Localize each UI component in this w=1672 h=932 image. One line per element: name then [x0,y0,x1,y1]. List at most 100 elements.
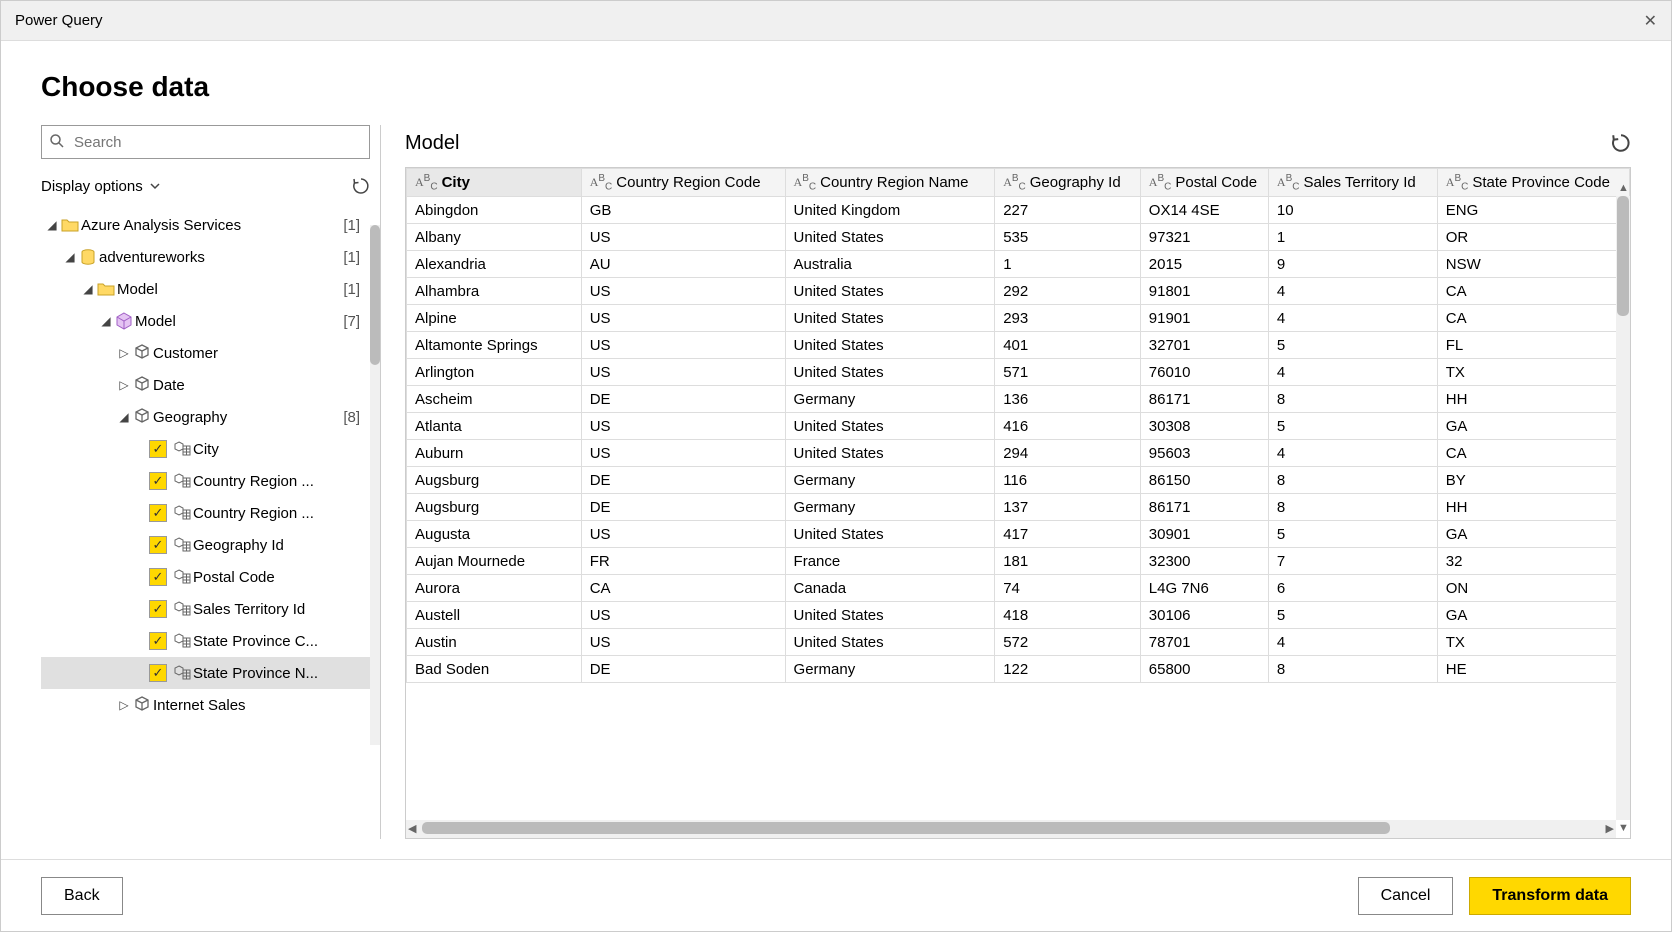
footer: Back Cancel Transform data [1,859,1671,931]
cancel-button[interactable]: Cancel [1358,877,1454,915]
table-cell: United States [785,305,995,332]
tree-item[interactable]: ▷Internet Sales [41,689,370,721]
sidebar-scrollbar-thumb[interactable] [370,225,380,365]
column-header-label: Geography Id [1030,174,1121,191]
column-header[interactable]: ABCPostal Code [1140,169,1268,197]
chevron-down-icon [149,180,161,192]
tree-item[interactable]: ◢Azure Analysis Services[1] [41,209,370,241]
expander-collapsed-icon[interactable]: ▷ [117,698,131,712]
transform-data-button[interactable]: Transform data [1469,877,1631,915]
checkbox-checked[interactable]: ✓ [149,568,167,586]
table-cell: Austin [407,629,582,656]
table-cell: United States [785,359,995,386]
table-row[interactable]: AugsburgDEGermany137861718HH [407,494,1630,521]
tree-item[interactable]: ▷Date [41,369,370,401]
scroll-right-arrow-icon[interactable]: ▶ [1606,822,1614,835]
tree-item[interactable]: ◢adventureworks[1] [41,241,370,273]
table-cell: Augusta [407,521,582,548]
table-cell: CA [1437,305,1629,332]
table-vertical-scrollbar-thumb[interactable] [1617,196,1629,316]
expander-collapsed-icon[interactable]: ▷ [117,378,131,392]
table-row[interactable]: AtlantaUSUnited States416303085GA [407,413,1630,440]
tree-item[interactable]: ◢Geography[8] [41,401,370,433]
tree-item[interactable]: ✓Geography Id [41,529,370,561]
table-row[interactable]: Altamonte SpringsUSUnited States40132701… [407,332,1630,359]
table-cell: Abingdon [407,197,582,224]
expander-expanded-icon[interactable]: ◢ [81,282,95,296]
scroll-left-arrow-icon[interactable]: ◀ [408,822,416,835]
folder-icon [59,216,81,234]
scroll-down-arrow-icon[interactable]: ▼ [1618,822,1629,834]
navigator-tree[interactable]: ◢Azure Analysis Services[1]◢adventurewor… [41,209,370,839]
table-horizontal-scrollbar[interactable]: ◀ ▶ [406,820,1616,838]
tree-item[interactable]: ✓State Province C... [41,625,370,657]
table-cell: United States [785,440,995,467]
table-row[interactable]: AbingdonGBUnited Kingdom227OX14 4SE10ENG [407,197,1630,224]
checkbox-checked[interactable]: ✓ [149,536,167,554]
checkbox-checked[interactable]: ✓ [149,664,167,682]
column-header[interactable]: ABCState Province Code [1437,169,1629,197]
table-row[interactable]: AlbanyUSUnited States535973211OR [407,224,1630,251]
table-row[interactable]: AustinUSUnited States572787014TX [407,629,1630,656]
table-cell: Bad Soden [407,656,582,683]
expander-expanded-icon[interactable]: ◢ [45,218,59,232]
preview-table: ABCCityABCCountry Region CodeABCCountry … [406,168,1630,683]
tree-item[interactable]: ✓Country Region ... [41,465,370,497]
checkbox-checked[interactable]: ✓ [149,632,167,650]
refresh-preview-button[interactable] [1611,133,1631,153]
table-row[interactable]: AuroraCACanada74L4G 7N66ON [407,575,1630,602]
column-header[interactable]: ABCCity [407,169,582,197]
column-header[interactable]: ABCCountry Region Name [785,169,995,197]
back-button[interactable]: Back [41,877,123,915]
table-cell: 227 [995,197,1141,224]
column-header[interactable]: ABCCountry Region Code [581,169,785,197]
table-cell: 32 [1437,548,1629,575]
display-options-dropdown[interactable]: Display options [41,178,161,195]
tree-item[interactable]: ✓Country Region ... [41,497,370,529]
table-row[interactable]: AuburnUSUnited States294956034CA [407,440,1630,467]
table-row[interactable]: ArlingtonUSUnited States571760104TX [407,359,1630,386]
table-row[interactable]: AlhambraUSUnited States292918014CA [407,278,1630,305]
search-input[interactable] [41,125,370,159]
table-cell: AU [581,251,785,278]
tree-item-label: Geography [153,409,343,426]
table-row[interactable]: AlexandriaAUAustralia120159NSW [407,251,1630,278]
checkbox-checked[interactable]: ✓ [149,440,167,458]
table-row[interactable]: AlpineUSUnited States293919014CA [407,305,1630,332]
tree-item[interactable]: ✓State Province N... [41,657,370,689]
table-cell: 116 [995,467,1141,494]
table-cell: US [581,278,785,305]
table-row[interactable]: Aujan MournedeFRFrance18132300732 [407,548,1630,575]
close-icon[interactable]: ✕ [1644,11,1657,31]
tree-item[interactable]: ✓Sales Territory Id [41,593,370,625]
tree-item[interactable]: ◢Model[7] [41,305,370,337]
column-header[interactable]: ABCSales Territory Id [1268,169,1437,197]
expander-expanded-icon[interactable]: ◢ [117,410,131,424]
expander-expanded-icon[interactable]: ◢ [99,314,113,328]
table-cell: ON [1437,575,1629,602]
table-row[interactable]: AugsburgDEGermany116861508BY [407,467,1630,494]
expander-collapsed-icon[interactable]: ▷ [117,346,131,360]
table-cell: FL [1437,332,1629,359]
refresh-tree-button[interactable] [352,177,370,195]
text-type-icon: ABC [415,173,438,192]
sidebar-scrollbar[interactable] [370,225,380,745]
checkbox-checked[interactable]: ✓ [149,472,167,490]
table-row[interactable]: AugustaUSUnited States417309015GA [407,521,1630,548]
scroll-up-arrow-icon[interactable]: ▲ [1618,182,1629,194]
column-header[interactable]: ABCGeography Id [995,169,1141,197]
expander-expanded-icon[interactable]: ◢ [63,250,77,264]
table-row[interactable]: Bad SodenDEGermany122658008HE [407,656,1630,683]
checkbox-checked[interactable]: ✓ [149,504,167,522]
titlebar: Power Query ✕ [1,1,1671,41]
table-horizontal-scrollbar-thumb[interactable] [422,822,1390,834]
tree-item[interactable]: ◢Model[1] [41,273,370,305]
tree-item[interactable]: ✓City [41,433,370,465]
checkbox-checked[interactable]: ✓ [149,600,167,618]
table-row[interactable]: AustellUSUnited States418301065GA [407,602,1630,629]
tree-item[interactable]: ▷Customer [41,337,370,369]
table-row[interactable]: AscheimDEGermany136861718HH [407,386,1630,413]
table-vertical-scrollbar[interactable]: ▲ ▼ [1616,196,1630,820]
tree-item[interactable]: ✓Postal Code [41,561,370,593]
table-cell: HH [1437,494,1629,521]
